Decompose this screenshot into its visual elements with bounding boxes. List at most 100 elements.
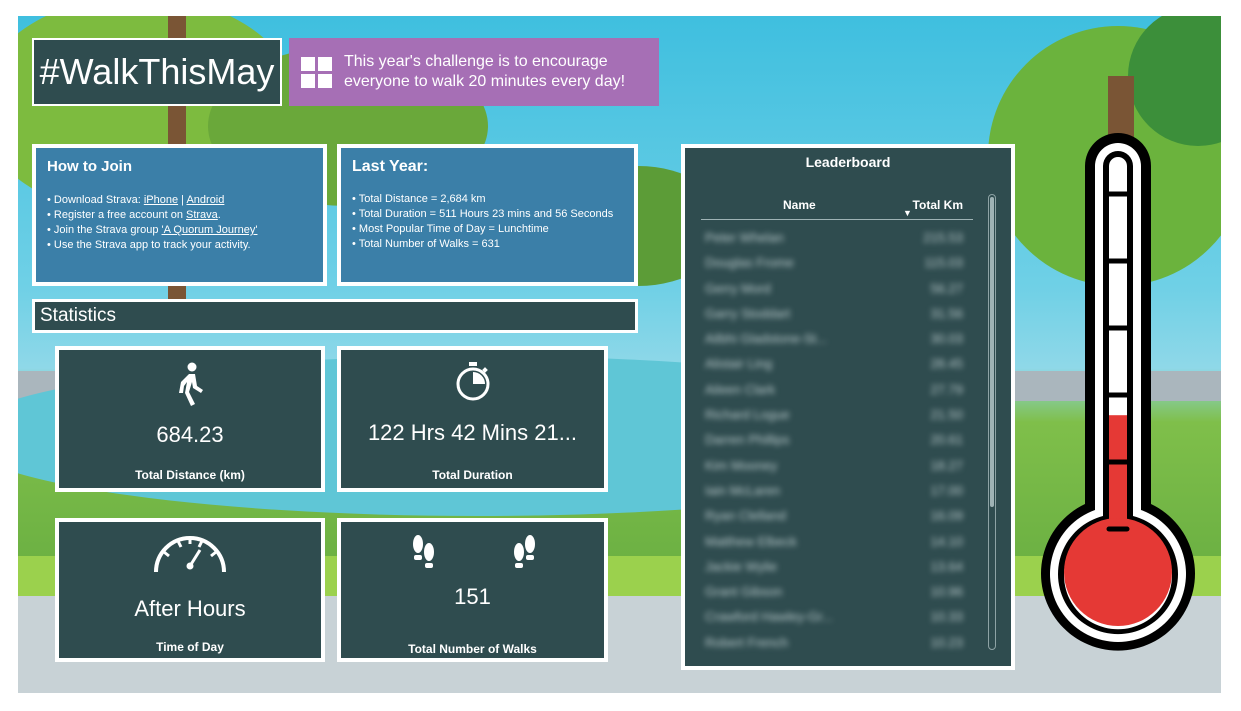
- speedometer-icon: [59, 530, 321, 574]
- leaderboard-km: 27.79: [930, 381, 963, 397]
- iphone-link[interactable]: iPhone: [144, 194, 178, 206]
- list-item: Download Strava: iPhone | Android: [47, 193, 323, 208]
- leaderboard-name: Grant Gibson: [705, 584, 783, 600]
- table-row[interactable]: Gerry Mord 56.27: [701, 277, 973, 302]
- strava-group-link[interactable]: 'A Quorum Journey': [162, 224, 258, 236]
- banner-line-1: This year's challenge is to encourage: [344, 53, 608, 70]
- leaderboard-name: Alistair Ling: [705, 356, 773, 372]
- item-text: Register a free account on: [53, 209, 186, 221]
- last-year-list: Total Distance = 2,684 km Total Duration…: [352, 192, 634, 252]
- last-year-title: Last Year:: [352, 158, 429, 175]
- leaderboard-km: 30.03: [930, 331, 963, 347]
- leaderboard-km: 28.45: [930, 356, 963, 372]
- leaderboard-name: Garry Stoddart: [705, 305, 791, 321]
- table-row[interactable]: Peter Whelan 215.53: [701, 226, 973, 251]
- sort-descending-icon[interactable]: ▼: [903, 208, 912, 218]
- leaderboard-name: Aileen Clark: [705, 381, 776, 397]
- column-header-name[interactable]: Name: [783, 198, 816, 212]
- how-to-join-list: Download Strava: iPhone | Android Regist…: [47, 193, 323, 253]
- table-row[interactable]: Grant Gibson 10.96: [701, 580, 973, 605]
- table-row[interactable]: Matthew Elbeck 14.10: [701, 530, 973, 555]
- leaderboard-name: Robert French: [705, 634, 789, 650]
- table-row[interactable]: Kim Mooney 18.27: [701, 454, 973, 479]
- thermometer-level: [1109, 415, 1127, 532]
- leaderboard-km: 115.03: [924, 255, 963, 271]
- leaderboard-name: Crawford Hawley-Gr...: [705, 609, 833, 625]
- leaderboard-km: 31.56: [930, 305, 963, 321]
- last-year-panel: Last Year: Total Distance = 2,684 km Tot…: [337, 144, 638, 286]
- distance-value: 684.23: [156, 422, 224, 447]
- how-to-join-title: How to Join: [47, 158, 132, 175]
- table-row[interactable]: Ryan Clelland 16.09: [701, 504, 973, 529]
- walks-label: Total Number of Walks: [408, 642, 537, 656]
- table-row[interactable]: Garry Stoddart 31.56: [701, 302, 973, 327]
- leaderboard-rows: Peter Whelan 215.53 Douglas Frome 115.03 Ger…: [701, 226, 973, 656]
- footprints-icon: [513, 532, 537, 572]
- strava-link[interactable]: Strava: [186, 209, 218, 221]
- leaderboard-scrollbar[interactable]: [988, 194, 996, 650]
- time-of-day-card: After Hours Time of Day: [55, 518, 325, 662]
- walking-person-icon: [59, 362, 321, 406]
- leaderboard-km: 14.10: [930, 533, 963, 549]
- list-item: Total Distance = 2,684 km: [352, 192, 634, 207]
- list-item: Use the Strava app to track your activit…: [47, 238, 323, 253]
- total-distance-card: 684.23 Total Distance (km): [55, 346, 325, 492]
- leaderboard-name: Matthew Elbeck: [705, 533, 797, 549]
- leaderboard-header: Name ▼ Total Km: [701, 194, 973, 220]
- duration-value: 122 Hrs 42 Mins 21...: [367, 420, 578, 445]
- leaderboard-name: Darren Phillips: [705, 432, 790, 448]
- challenge-banner: This year's challenge is to encourage ev…: [289, 38, 659, 106]
- table-row[interactable]: Robert French 10.23: [701, 631, 973, 656]
- item-text: Download Strava:: [53, 194, 144, 206]
- leaderboard-km: 20.61: [930, 432, 963, 448]
- table-row[interactable]: Jackie Wylie 13.64: [701, 555, 973, 580]
- leaderboard-name: Iain McLaren: [705, 482, 781, 498]
- total-walks-card: 151 Total Number of Walks: [337, 518, 608, 662]
- leaderboard-name: Peter Whelan: [705, 230, 784, 245]
- footprints-icon: [411, 532, 435, 572]
- leaderboard-km: 56.27: [930, 280, 963, 296]
- thermometer-gauge: [1041, 133, 1195, 651]
- leaderboard-name: Ailbhi Gladstone-St...: [705, 331, 828, 347]
- item-text: .: [217, 209, 221, 221]
- list-item: Join the Strava group 'A Quorum Journey': [47, 223, 323, 238]
- list-item: Total Duration = 511 Hours 23 mins and 5…: [352, 207, 634, 222]
- leaderboard-name: Ryan Clelland: [705, 508, 786, 524]
- dashboard-canvas: #WalkThisMay This year's challenge is to…: [18, 16, 1221, 693]
- leaderboard-km: 21.50: [930, 407, 963, 423]
- duration-label: Total Duration: [432, 468, 513, 482]
- leaderboard-km: 13.64: [930, 558, 963, 574]
- walks-value: 151: [454, 584, 491, 609]
- column-header-total-km[interactable]: Total Km: [913, 198, 963, 212]
- table-row[interactable]: Aileen Clark 27.79: [701, 378, 973, 403]
- leaderboard-name: Richard Logue: [705, 407, 790, 423]
- list-item: Total Number of Walks = 631: [352, 237, 634, 252]
- table-row[interactable]: Richard Logue 21.50: [701, 403, 973, 428]
- leaderboard-name: Gerry Mord: [705, 280, 771, 296]
- table-row[interactable]: Crawford Hawley-Gr... 10.33: [701, 605, 973, 630]
- banner-text: This year's challenge is to encourage ev…: [344, 52, 625, 92]
- table-row[interactable]: Darren Phillips 20.61: [701, 428, 973, 453]
- scrollbar-thumb[interactable]: [990, 197, 994, 507]
- table-row[interactable]: Iain McLaren 17.00: [701, 479, 973, 504]
- table-row[interactable]: Douglas Frome 115.03: [701, 251, 973, 276]
- thermometer-bulb: [1064, 518, 1172, 626]
- leaderboard-km: 18.27: [930, 457, 963, 473]
- table-row[interactable]: Ailbhi Gladstone-St... 30.03: [701, 327, 973, 352]
- page-title: #WalkThisMay: [32, 38, 282, 106]
- leaderboard-km: 215.53: [923, 230, 963, 245]
- leaderboard-title: Leaderboard: [805, 154, 891, 170]
- stopwatch-icon: [341, 362, 604, 402]
- leaderboard-km: 10.33: [930, 609, 963, 625]
- table-row[interactable]: Alistair Ling 28.45: [701, 352, 973, 377]
- android-link[interactable]: Android: [186, 194, 224, 206]
- leaderboard-name: Kim Mooney: [705, 457, 778, 473]
- banner-line-2: everyone to walk 20 minutes every day!: [344, 73, 626, 90]
- leaderboard-name: Douglas Frome: [705, 255, 794, 271]
- leaderboard-km: 17.00: [930, 482, 963, 498]
- time-of-day-label: Time of Day: [156, 640, 224, 654]
- time-of-day-value: After Hours: [134, 596, 246, 621]
- leaderboard-name: Jackie Wylie: [705, 558, 778, 574]
- distance-label: Total Distance (km): [135, 468, 245, 482]
- leaderboard-km: 10.23: [930, 634, 963, 650]
